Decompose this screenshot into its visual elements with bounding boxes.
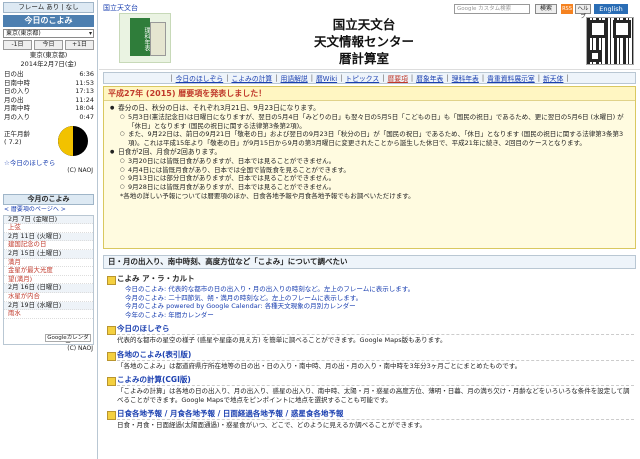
- calendar-event[interactable]: 雨水: [4, 309, 93, 319]
- next-day-button[interactable]: +1日: [65, 40, 94, 50]
- koyomi-calc-desc: 「こよみの計算」は各地の日の出入り、月の出入り、惑星の出入り、南中時、太陽・月・…: [117, 385, 634, 404]
- site-title: 国立天文台 天文情報センター 暦計算室: [279, 16, 449, 67]
- nav-item[interactable]: 暦Wiki: [313, 73, 340, 83]
- koyomi-list: 今日のこよみ: 代表的な都市の日の出入り・月の出入りの時刻など。左上のフレームに…: [125, 285, 634, 319]
- list-item[interactable]: 今月のこよみ powered by Google Calendar: 各種天文現…: [125, 302, 634, 311]
- notice-item: 春分の日、秋分の日は、それぞれ3月21日、9月23日になります。: [110, 104, 629, 113]
- month-calendar-list[interactable]: 2月 7日 (金曜日) 上弦 2月 11日 (火曜日) 建国記念の日 2月 15日 (土…: [3, 214, 94, 345]
- announcement-box: 平成27年 (2015) 暦要項を発表しました！ 春分の日、秋分の日は、それぞれ…: [103, 86, 636, 249]
- moon-age-box: 正午月齢 ( 7.2): [4, 124, 93, 158]
- eclipse-item: 9月28日には皆既月食がありますが、日本では見ることができません。: [110, 183, 629, 192]
- table-row: 日の出 6:36: [4, 70, 94, 79]
- notice-item: 日食が2回、月食が2回あります。: [110, 148, 629, 157]
- row-label: 月の入り: [4, 112, 30, 121]
- koyomi-alacarte-title: こよみ ア・ラ・カルト: [107, 274, 634, 285]
- notice-footnote: *各地の詳しい予報については暦要項のほか、日食各地予報や月食各地予報でもお調べい…: [120, 191, 415, 200]
- list-item[interactable]: 今日のこよみ: 代表的な都市の日の出入り・月の出入りの時刻など。左上のフレームに…: [125, 285, 634, 294]
- moon-phase-icon: [58, 125, 88, 156]
- copyright-2: (C) NAOJ: [67, 344, 93, 352]
- naoj-home-link[interactable]: 国立天文台: [103, 3, 138, 13]
- rss-icon[interactable]: RSS: [561, 4, 573, 14]
- nav-item[interactable]: 貴重資料展示室: [484, 73, 538, 83]
- list-item[interactable]: 今月のこよみ: 二十四節気、朔・満月の時刻など。左上のフレームに表示します。: [125, 294, 634, 303]
- nav-item[interactable]: 理科年表: [449, 73, 482, 83]
- title-line: 天文情報センター: [313, 34, 414, 49]
- today-koyomi-title: 今日のこよみ: [3, 15, 94, 27]
- qr-code-icon: [586, 17, 634, 65]
- table-row: 日の入り 17:13: [4, 87, 94, 96]
- table-row: 月の入り 0:47: [4, 113, 94, 122]
- prefecture-select[interactable]: 東京(東京都): [3, 29, 94, 38]
- today-sky-link[interactable]: ☆今日のほしぞら: [4, 159, 93, 167]
- nav-item[interactable]: トピックス: [342, 73, 382, 83]
- nav-item[interactable]: 暦象年表: [413, 73, 446, 83]
- global-nav: | 今日のほしぞら | こよみの計算 | 用語解説 | 暦Wiki | トピックス | 暦要項 | 暦象年…: [103, 72, 636, 84]
- notice-subitem: 5月3日(憲法記念日)は日曜日になりますが、翌日の5月4日「みどりの日」も翌々日…: [110, 113, 629, 130]
- search-button[interactable]: 検索: [535, 4, 557, 14]
- yoko-page-link[interactable]: < 暦要項のページへ >: [4, 206, 93, 213]
- moon-age-value: ( 7.2): [4, 137, 22, 146]
- rika-nenpyo-book-image[interactable]: 理科年表: [119, 13, 171, 63]
- announcement-heading: 平成27年 (2015) 暦要項を発表しました！: [104, 87, 635, 101]
- search-input[interactable]: Google カスタム検索: [454, 4, 530, 14]
- frame-toggle[interactable]: フレーム あり | なし: [3, 2, 94, 13]
- row-value: 6:36: [79, 70, 94, 78]
- title-line: 暦計算室: [338, 51, 389, 66]
- local-koyomi-title[interactable]: 各地のこよみ(表引版): [107, 350, 634, 361]
- today-sky-title[interactable]: 今日のほしぞら: [107, 324, 634, 335]
- nav-item[interactable]: 暦要項: [384, 73, 410, 83]
- row-label: 月南中時: [4, 104, 30, 113]
- title-line: 国立天文台: [332, 17, 396, 32]
- row-value: 11:24: [75, 95, 94, 104]
- row-value: 0:47: [79, 112, 94, 121]
- left-frame: フレーム あり | なし 今日のこよみ 東京(東京都) -1日 今日 +1日 東…: [0, 0, 98, 459]
- book-back-icon: [150, 22, 166, 56]
- nav-item[interactable]: 今日のほしぞら: [173, 73, 227, 83]
- copyright: (C) NAOJ: [67, 166, 93, 174]
- row-value: 17:13: [75, 87, 94, 96]
- rise-set-table: 日の出 6:36 日南中時 11:53 日の入り 17:13 月の出 11:24 月南中…: [4, 70, 94, 122]
- help-button[interactable]: ヘルプ: [575, 4, 591, 20]
- koyomi-calc-title[interactable]: こよみの計算(CGI版): [107, 375, 634, 386]
- eclipse-forecast-desc: 日食・月食・日面経過(太陽面通過)・惑星食がいつ、どこで、どのように見えるか調べ…: [117, 419, 634, 430]
- nav-item[interactable]: こよみの計算: [228, 73, 275, 83]
- eclipse-item: 9月13日には部分日食がありますが、日本では見ることができません。: [110, 174, 629, 183]
- prev-day-button[interactable]: -1日: [3, 40, 32, 50]
- this-month-title: 今月のこよみ: [3, 193, 94, 205]
- row-value: 11:53: [75, 78, 94, 87]
- place-name: 東京(東京都): [29, 51, 68, 59]
- table-row: 月南中時 18:04: [4, 104, 94, 113]
- row-label: 日の入り: [4, 87, 30, 96]
- nav-item[interactable]: 新天体: [540, 73, 566, 83]
- eclipse-forecast-title[interactable]: 日食各地予報 / 月食各地予報 / 日面経過各地予報 / 惑星食各地予報: [107, 409, 634, 420]
- moon-age-label: 正午月齢: [4, 129, 30, 138]
- local-koyomi-desc: 「各地のこよみ」は都道府県庁所在地等の日の出・日の入り・南中時、月の出・月の入り…: [117, 359, 634, 371]
- row-label: 日の出: [4, 70, 24, 78]
- row-label: 日南中時: [4, 78, 30, 87]
- main-frame: 国立天文台 理科年表 国立天文台 天文情報センター 暦計算室 Google カス…: [99, 0, 640, 459]
- section-heading: 日・月の出入り、南中時刻、高度方位など「こよみ」について調べたい: [103, 255, 636, 269]
- english-button[interactable]: English: [594, 4, 628, 14]
- nav-item[interactable]: 用語解説: [278, 73, 311, 83]
- today-button[interactable]: 今日: [34, 40, 63, 50]
- notice-subitem: また、9月22日は、前日の9月21日「敬老の日」および翌日の9月23日「秋分の日…: [110, 130, 629, 147]
- current-date: 2014年2月7日(金): [20, 60, 77, 68]
- row-value: 18:04: [75, 104, 94, 113]
- header: 国立天文台 理科年表 国立天文台 天文情報センター 暦計算室 Google カス…: [99, 0, 640, 70]
- list-item[interactable]: 今年のこよみ: 年間カレンダー: [125, 311, 634, 320]
- today-sky-desc: 代表的な都市の星空の様子 (惑星や星座の見え方) を簡単に調べることができます。…: [117, 334, 634, 345]
- book-cover-label: 理科年表: [130, 18, 150, 56]
- eclipse-item: 4月4日には皆既月食があり、日本では全国で皆既食を見ることができます。: [110, 166, 629, 175]
- google-calendar-button[interactable]: Googleカレンダー: [45, 333, 91, 344]
- eclipse-item: 3月20日には皆既日食がありますが、日本では見ることができません。: [110, 157, 629, 166]
- table-row: 日南中時 11:53: [4, 79, 94, 88]
- nav-separator: |: [566, 74, 569, 82]
